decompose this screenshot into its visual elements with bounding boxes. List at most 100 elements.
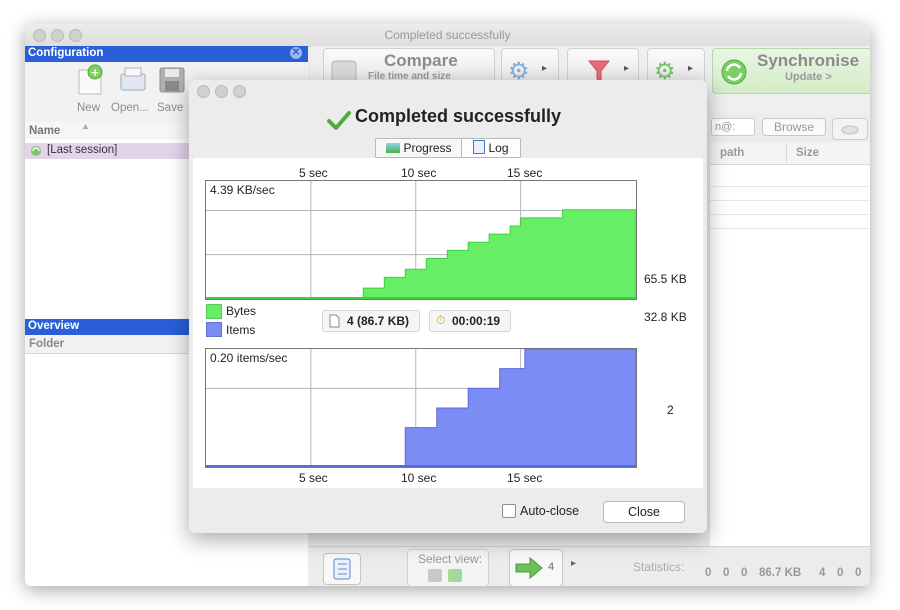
series-area-items — [206, 349, 636, 467]
open-config-button[interactable]: Open... — [111, 64, 155, 120]
chevron-right-icon: ▸ — [624, 63, 630, 74]
select-view-group: Select view: — [407, 549, 489, 586]
dialog-minimize-dot[interactable] — [215, 85, 228, 98]
bytes-chart-svg — [206, 181, 636, 299]
floppy-save-icon — [159, 67, 185, 93]
synchronise-label: Synchronise — [757, 51, 860, 70]
auto-close-label[interactable]: Auto-close — [520, 504, 579, 518]
save-config-button[interactable]: Save — [155, 64, 189, 120]
bottom-tick-label: 10 sec — [401, 471, 437, 485]
dialog-tabs: Progress Log — [375, 138, 522, 158]
grid-row-line — [710, 214, 870, 215]
dialog-title: Completed successfully — [354, 106, 562, 126]
cloud-icon — [841, 125, 859, 135]
column-divider — [786, 144, 787, 162]
new-label: New — [77, 102, 101, 114]
bytes-axis-label: 32.8 KB — [644, 310, 687, 324]
window-title: Completed successfully — [384, 28, 511, 42]
file-icon — [329, 314, 340, 328]
bytes-rate-label: 4.39 KB/sec — [210, 183, 275, 197]
elapsed-time: 00:00:19 — [452, 314, 501, 328]
grid-row-line — [710, 186, 870, 187]
compare-label: Compare — [384, 51, 458, 70]
cloud-button[interactable] — [832, 118, 868, 140]
path-header[interactable]: path — [720, 147, 744, 159]
items-summary: 4 (86.7 KB) — [347, 314, 410, 328]
statistics-values: 0 0 0 86.7 KB 4 0 0 — [703, 547, 869, 585]
synchronise-button[interactable]: Synchronise Update > — [712, 48, 870, 94]
configuration-header: Configuration ✕ — [25, 46, 308, 62]
items-summary-box: 4 (86.7 KB) — [322, 310, 420, 332]
legend-label-items: Items — [226, 323, 256, 337]
stat-value: 86.7 KB — [759, 567, 802, 579]
completion-dialog: Completed successfully Progress Log 5 se… — [189, 80, 707, 533]
count-badge: 4 — [548, 561, 555, 573]
file-grid: path Size — [710, 142, 870, 586]
tab-log-label: Log — [488, 141, 509, 155]
printer-open-icon — [120, 67, 146, 91]
close-button[interactable]: Close — [603, 501, 685, 523]
sync-small-icon — [31, 146, 41, 156]
folder-header-label: Folder — [29, 338, 65, 350]
chevron-right-icon: ▸ — [542, 63, 548, 74]
last-session-label: [Last session] — [47, 144, 118, 156]
green-arrow-icon — [515, 556, 543, 580]
items-axis-label: 2 — [667, 403, 674, 417]
stat-value: 0 — [855, 567, 862, 579]
svg-text:+: + — [90, 66, 99, 79]
list-icon — [333, 558, 351, 580]
stat-value: 4 — [819, 567, 826, 579]
top-tick-label: 10 sec — [401, 166, 437, 180]
items-chart-svg — [206, 349, 636, 467]
stat-value: 0 — [741, 567, 748, 579]
folder-path-field[interactable]: n@: — [711, 118, 755, 136]
legend-label-bytes: Bytes — [226, 304, 257, 318]
grid-row-line — [710, 200, 870, 201]
browse-button[interactable]: Browse — [762, 118, 826, 136]
save-label: Save — [157, 102, 184, 114]
tab-progress-label: Progress — [403, 141, 452, 155]
tab-progress[interactable]: Progress — [375, 138, 463, 158]
dialog-zoom-dot[interactable] — [233, 85, 246, 98]
log-icon — [473, 140, 486, 154]
sort-ascending-icon: ▲ — [81, 121, 90, 131]
synchronise-sub-label: Update > — [785, 71, 832, 83]
progress-chart-area: 5 sec 10 sec 15 sec 4.39 KB/sec 65.5 KB … — [193, 158, 703, 488]
stat-value: 0 — [837, 567, 844, 579]
auto-close-checkbox[interactable] — [502, 504, 516, 518]
view-sync-toggle[interactable] — [448, 569, 462, 582]
name-header-label: Name — [29, 125, 61, 137]
close-panel-icon[interactable]: ✕ — [290, 47, 302, 59]
items-rate-label: 0.20 items/sec — [210, 351, 288, 365]
new-file-icon: + — [78, 64, 103, 95]
main-titlebar: Completed successfully — [25, 24, 870, 47]
bytes-axis-label: 65.5 KB — [644, 272, 687, 286]
grid-header: path Size — [710, 142, 870, 165]
grid-row-line — [710, 228, 870, 229]
log-view-button[interactable] — [323, 553, 361, 585]
overview-title: Overview — [28, 320, 80, 332]
chevron-right-icon: ▸ — [688, 63, 694, 74]
select-view-label: Select view: — [418, 552, 483, 566]
stopwatch-icon: ⏱ — [436, 313, 446, 327]
sync-preview-button[interactable]: 4 — [509, 549, 563, 586]
size-header[interactable]: Size — [796, 147, 819, 159]
bytes-chart: 4.39 KB/sec — [205, 180, 637, 300]
view-compare-toggle[interactable] — [428, 569, 442, 582]
dialog-titlebar — [189, 80, 707, 100]
new-config-button[interactable]: + New — [73, 64, 107, 120]
items-chart: 0.20 items/sec — [205, 348, 637, 468]
legend-swatch-items — [206, 322, 222, 337]
top-tick-label: 5 sec — [299, 166, 328, 180]
stat-value: 0 — [723, 567, 730, 579]
bottom-tick-label: 5 sec — [299, 471, 328, 485]
open-label: Open... — [111, 102, 149, 114]
sync-arrows-icon — [721, 59, 747, 85]
dialog-close-dot[interactable] — [197, 85, 210, 98]
chevron-right-icon[interactable]: ▸ — [571, 558, 576, 569]
top-tick-label: 15 sec — [507, 166, 543, 180]
tab-log[interactable]: Log — [461, 138, 521, 158]
stat-value: 0 — [705, 567, 712, 579]
statistics-label: Statistics: — [633, 560, 685, 574]
bottom-tick-label: 15 sec — [507, 471, 543, 485]
